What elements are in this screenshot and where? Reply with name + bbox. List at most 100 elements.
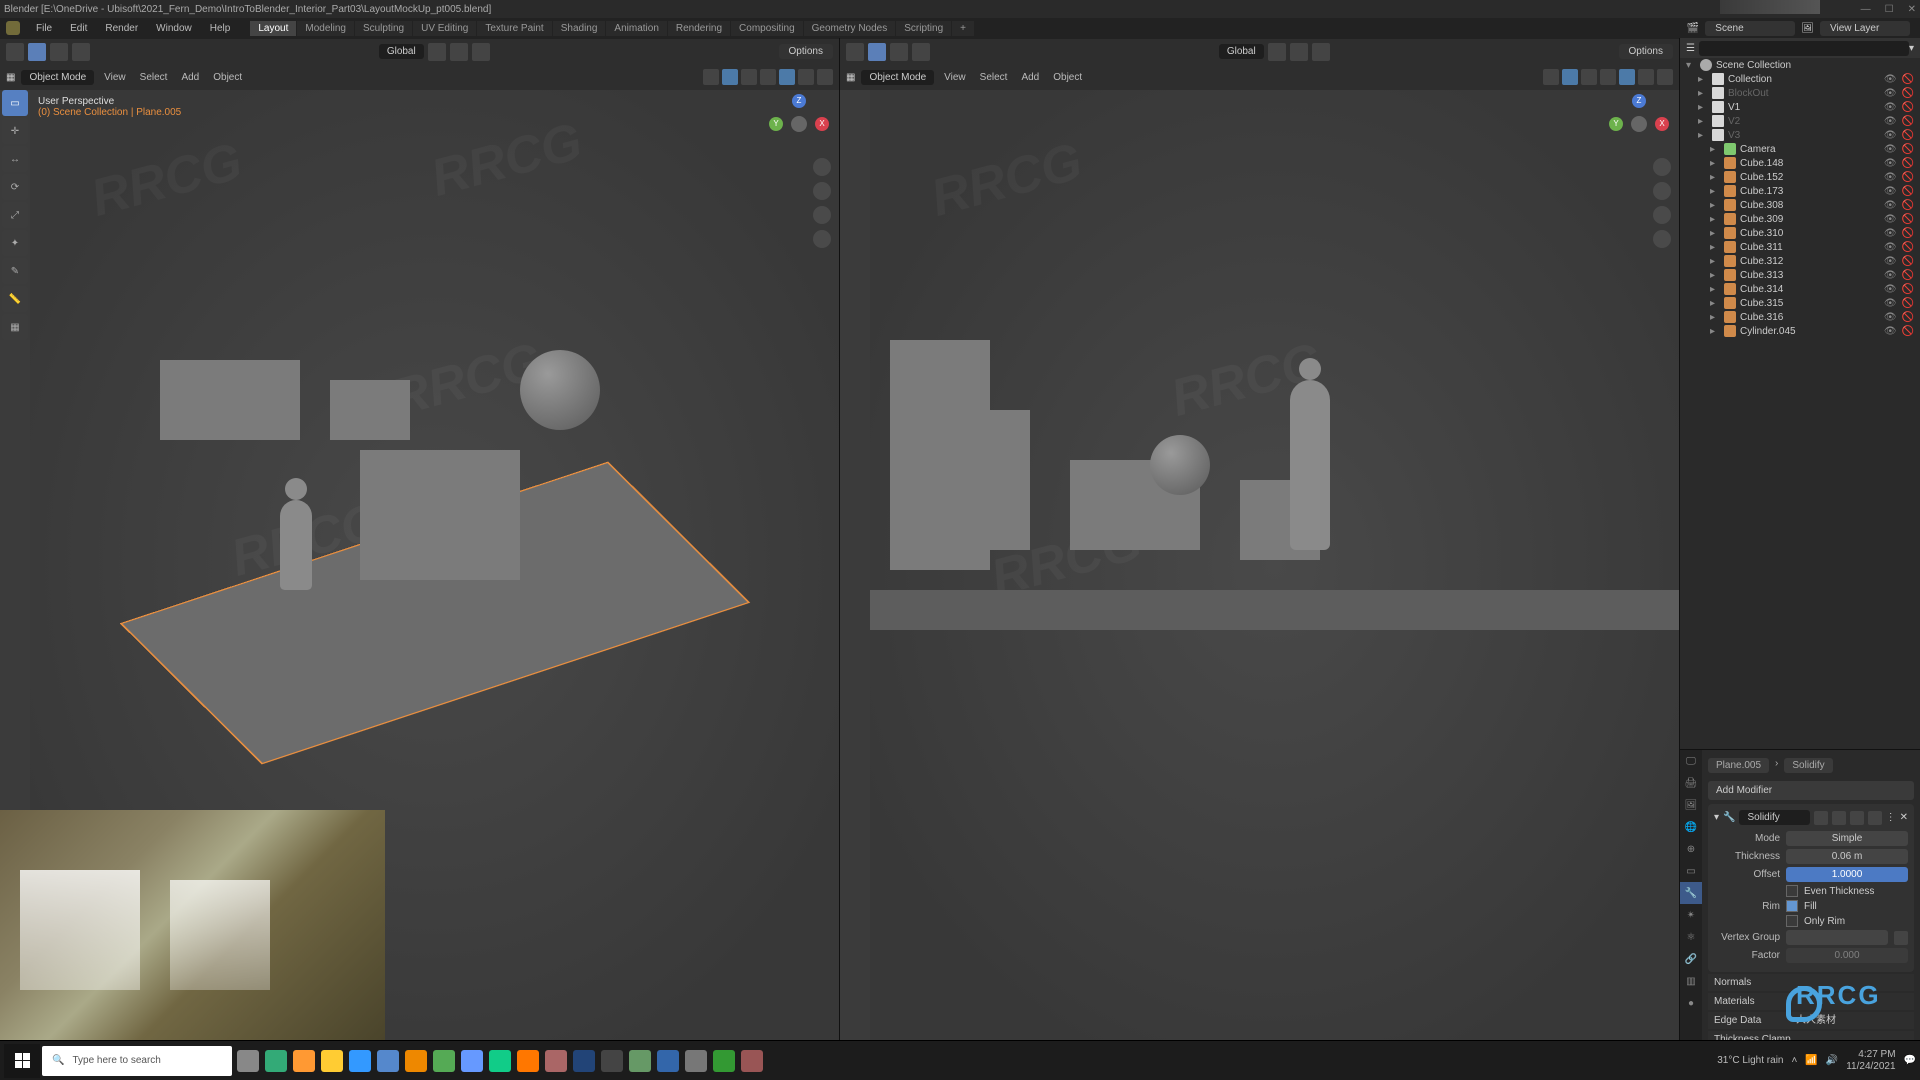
minimize-button[interactable]: —	[1861, 4, 1871, 15]
vp-menu-object[interactable]: Object	[213, 72, 242, 83]
disable-icon[interactable]: 🚫	[1902, 186, 1914, 197]
tab-scripting[interactable]: Scripting	[896, 21, 951, 36]
fill-checkbox[interactable]	[1786, 900, 1798, 912]
prop-tab-constraints-icon[interactable]: 🔗	[1680, 948, 1702, 970]
disclosure-icon[interactable]: ▸	[1710, 214, 1720, 225]
disable-icon[interactable]: 🚫	[1902, 326, 1914, 337]
modifier-display-render-icon[interactable]	[1814, 811, 1828, 825]
disclosure-icon[interactable]: ▸	[1710, 298, 1720, 309]
eye-icon[interactable]: 👁	[1884, 242, 1897, 253]
outliner-item[interactable]: ▸V1👁🚫	[1680, 100, 1920, 114]
filter-icon[interactable]: ▾	[1909, 43, 1914, 54]
outliner-item[interactable]: ▸Cube.315👁🚫	[1680, 296, 1920, 310]
prop-tab-world-icon[interactable]: ⊕	[1680, 838, 1702, 860]
tool-annotate[interactable]: ✎	[2, 258, 28, 284]
disclosure-icon[interactable]: ▸	[1710, 172, 1720, 183]
tool-2-icon[interactable]	[890, 43, 908, 61]
taskbar-app-app1[interactable]	[682, 1046, 710, 1076]
xray-toggle-icon[interactable]	[1581, 69, 1597, 85]
modifier-display-cage-icon[interactable]	[1868, 811, 1882, 825]
visibility-toggles[interactable]: 👁🚫	[1884, 158, 1914, 169]
mode-selector[interactable]: Object Mode	[21, 70, 94, 85]
tab-modeling[interactable]: Modeling	[297, 21, 354, 36]
overlay-toggle-icon[interactable]	[722, 69, 738, 85]
notifications-icon[interactable]: 💬	[1904, 1055, 1916, 1066]
prop-tab-object-icon[interactable]: ▭	[1680, 860, 1702, 882]
tab-compositing[interactable]: Compositing	[731, 21, 803, 36]
taskbar-app-task-view[interactable]	[262, 1046, 290, 1076]
prop-tab-render-icon[interactable]: 🖵	[1680, 750, 1702, 772]
even-thickness-checkbox[interactable]	[1786, 885, 1798, 897]
tool-rotate[interactable]: ⟳	[2, 174, 28, 200]
visibility-toggles[interactable]: 👁🚫	[1884, 298, 1914, 309]
editor-type-icon[interactable]	[846, 43, 864, 61]
vp-menu-view[interactable]: View	[944, 72, 966, 83]
visibility-toggles[interactable]: 👁🚫	[1884, 214, 1914, 225]
eye-icon[interactable]: 👁	[1884, 284, 1897, 295]
eye-icon[interactable]: 👁	[1884, 74, 1897, 85]
move-view-icon[interactable]	[1653, 182, 1671, 200]
shading-render-icon[interactable]	[1657, 69, 1673, 85]
shading-wire-icon[interactable]	[760, 69, 776, 85]
prop-tab-data-icon[interactable]: ▥	[1680, 970, 1702, 992]
editor-icon[interactable]: ▦	[6, 72, 15, 83]
nav-gizmo[interactable]: X Y Z	[1613, 98, 1665, 150]
vp-menu-select[interactable]: Select	[140, 72, 168, 83]
outliner-item[interactable]: ▸Cube.148👁🚫	[1680, 156, 1920, 170]
vp-menu-select[interactable]: Select	[980, 72, 1008, 83]
tab-sculpting[interactable]: Sculpting	[355, 21, 412, 36]
eye-icon[interactable]: 👁	[1884, 116, 1897, 127]
propedit-toggle-icon[interactable]	[472, 43, 490, 61]
close-button[interactable]: ✕	[1908, 4, 1916, 15]
orientation-select[interactable]: Global	[379, 44, 424, 59]
zoom-icon[interactable]	[813, 158, 831, 176]
disable-icon[interactable]: 🚫	[1902, 298, 1914, 309]
disable-icon[interactable]: 🚫	[1902, 116, 1914, 127]
prop-tab-material-icon[interactable]: ●	[1680, 992, 1702, 1014]
gizmo-axis-z[interactable]: Z	[792, 94, 806, 108]
disable-icon[interactable]: 🚫	[1902, 200, 1914, 211]
snap-toggle-icon[interactable]	[1268, 43, 1286, 61]
vgroup-field[interactable]	[1786, 930, 1888, 945]
eye-icon[interactable]: 👁	[1884, 130, 1897, 141]
disable-icon[interactable]: 🚫	[1902, 228, 1914, 239]
disclosure-icon[interactable]: ▸	[1710, 242, 1720, 253]
outliner-item[interactable]: ▸Cube.173👁🚫	[1680, 184, 1920, 198]
tool-3-icon[interactable]	[72, 43, 90, 61]
disclosure-icon[interactable]: ▸	[1698, 88, 1708, 99]
tool-addcube[interactable]: ▦	[2, 314, 28, 340]
tool-cursor[interactable]: ✛	[2, 118, 28, 144]
move-view-icon[interactable]	[813, 182, 831, 200]
taskbar-app-discord[interactable]	[458, 1046, 486, 1076]
visibility-toggles[interactable]: 👁🚫	[1884, 88, 1914, 99]
shading-solid-icon[interactable]	[779, 69, 795, 85]
disclosure-icon[interactable]: ▸	[1710, 200, 1720, 211]
snap-type-icon[interactable]	[450, 43, 468, 61]
modifier-extras-icon[interactable]: ⋮	[1886, 812, 1896, 823]
disable-icon[interactable]: 🚫	[1902, 214, 1914, 225]
eye-icon[interactable]: 👁	[1884, 256, 1897, 267]
tab-layout[interactable]: Layout	[250, 21, 296, 36]
mode-selector[interactable]: Object Mode	[861, 70, 934, 85]
shading-solid-icon[interactable]	[1619, 69, 1635, 85]
disclosure-icon[interactable]: ▸	[1698, 116, 1708, 127]
eye-icon[interactable]: 👁	[1884, 312, 1897, 323]
visibility-toggles[interactable]: 👁🚫	[1884, 186, 1914, 197]
maximize-button[interactable]: ☐	[1885, 4, 1894, 15]
tray-chevron-icon[interactable]: ˄	[1791, 1055, 1797, 1066]
outliner-item[interactable]: ▸Cube.310👁🚫	[1680, 226, 1920, 240]
eye-icon[interactable]: 👁	[1884, 102, 1897, 113]
modifier-close-icon[interactable]: ✕	[1900, 812, 1908, 823]
taskbar-app-teams[interactable]	[430, 1046, 458, 1076]
prop-tab-particles-icon[interactable]: ✴	[1680, 904, 1702, 926]
eye-icon[interactable]: 👁	[1884, 144, 1897, 155]
modifier-display-edit-icon[interactable]	[1850, 811, 1864, 825]
taskbar-app-store[interactable]	[374, 1046, 402, 1076]
outliner-item[interactable]: ▸Cube.316👁🚫	[1680, 310, 1920, 324]
gizmo-axis-x[interactable]: X	[815, 117, 829, 131]
reference-image[interactable]	[0, 810, 385, 1040]
disclosure-icon[interactable]: ▸	[1710, 228, 1720, 239]
options-dropdown[interactable]: Options	[779, 44, 833, 59]
tool-transform[interactable]: ✦	[2, 230, 28, 256]
outliner-item[interactable]: ▸Collection👁🚫	[1680, 72, 1920, 86]
